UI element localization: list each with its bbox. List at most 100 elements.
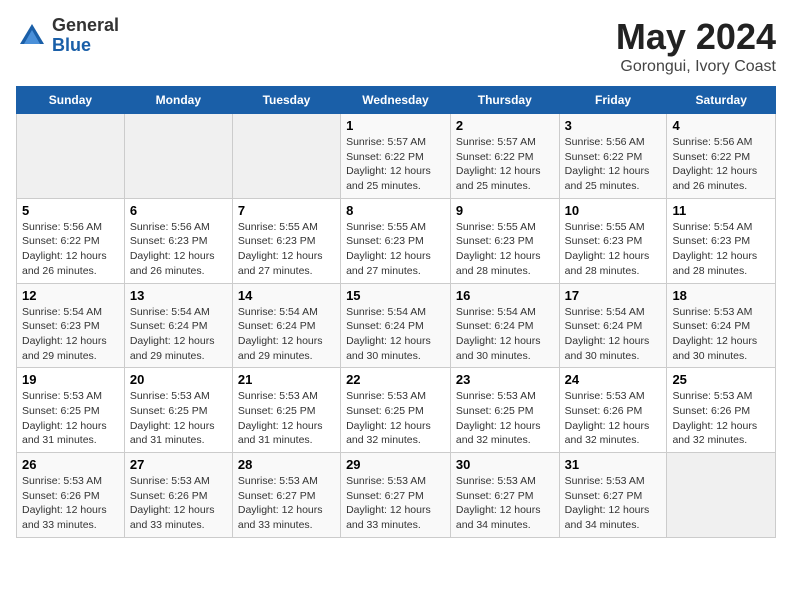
calendar-cell: 28 Sunrise: 5:53 AM Sunset: 6:27 PM Dayli…: [232, 453, 340, 538]
calendar-cell: 10 Sunrise: 5:55 AM Sunset: 6:23 PM Dayli…: [559, 198, 667, 283]
calendar-table: SundayMondayTuesdayWednesdayThursdayFrid…: [16, 86, 776, 538]
logo-icon: [16, 20, 48, 52]
calendar-cell: 31 Sunrise: 5:53 AM Sunset: 6:27 PM Dayli…: [559, 453, 667, 538]
calendar-cell: 7 Sunrise: 5:55 AM Sunset: 6:23 PM Daylig…: [232, 198, 340, 283]
day-info: Sunrise: 5:53 AM Sunset: 6:27 PM Dayligh…: [565, 474, 662, 533]
day-info: Sunrise: 5:53 AM Sunset: 6:26 PM Dayligh…: [130, 474, 227, 533]
day-number: 10: [565, 203, 662, 218]
day-info: Sunrise: 5:53 AM Sunset: 6:25 PM Dayligh…: [130, 389, 227, 448]
day-info: Sunrise: 5:54 AM Sunset: 6:24 PM Dayligh…: [565, 305, 662, 364]
calendar-cell: 2 Sunrise: 5:57 AM Sunset: 6:22 PM Daylig…: [450, 114, 559, 199]
day-number: 25: [672, 372, 770, 387]
week-row-2: 12 Sunrise: 5:54 AM Sunset: 6:23 PM Dayli…: [17, 283, 776, 368]
day-number: 3: [565, 118, 662, 133]
day-info: Sunrise: 5:54 AM Sunset: 6:23 PM Dayligh…: [22, 305, 119, 364]
header-cell-thursday: Thursday: [450, 87, 559, 114]
calendar-cell: 3 Sunrise: 5:56 AM Sunset: 6:22 PM Daylig…: [559, 114, 667, 199]
day-number: 17: [565, 288, 662, 303]
day-number: 22: [346, 372, 445, 387]
day-number: 4: [672, 118, 770, 133]
day-number: 31: [565, 457, 662, 472]
header-cell-friday: Friday: [559, 87, 667, 114]
calendar-cell: [667, 453, 776, 538]
day-info: Sunrise: 5:54 AM Sunset: 6:23 PM Dayligh…: [672, 220, 770, 279]
week-row-4: 26Sunrise: 5:53 AM Sunset: 6:26 PM Dayli…: [17, 453, 776, 538]
day-number: 1: [346, 118, 445, 133]
calendar-cell: 13Sunrise: 5:54 AM Sunset: 6:24 PM Dayli…: [124, 283, 232, 368]
header-cell-wednesday: Wednesday: [341, 87, 451, 114]
logo-blue: Blue: [52, 36, 119, 56]
day-info: Sunrise: 5:55 AM Sunset: 6:23 PM Dayligh…: [565, 220, 662, 279]
day-number: 9: [456, 203, 554, 218]
day-number: 29: [346, 457, 445, 472]
day-info: Sunrise: 5:53 AM Sunset: 6:25 PM Dayligh…: [238, 389, 335, 448]
logo: General Blue: [16, 16, 119, 56]
day-info: Sunrise: 5:53 AM Sunset: 6:24 PM Dayligh…: [672, 305, 770, 364]
day-number: 16: [456, 288, 554, 303]
day-number: 18: [672, 288, 770, 303]
week-row-1: 5Sunrise: 5:56 AM Sunset: 6:22 PM Daylig…: [17, 198, 776, 283]
day-number: 24: [565, 372, 662, 387]
logo-general: General: [52, 16, 119, 36]
calendar-cell: 24 Sunrise: 5:53 AM Sunset: 6:26 PM Dayli…: [559, 368, 667, 453]
calendar-cell: 11 Sunrise: 5:54 AM Sunset: 6:23 PM Dayli…: [667, 198, 776, 283]
day-info: Sunrise: 5:53 AM Sunset: 6:25 PM Dayligh…: [22, 389, 119, 448]
calendar-cell: 8 Sunrise: 5:55 AM Sunset: 6:23 PM Daylig…: [341, 198, 451, 283]
day-number: 12: [22, 288, 119, 303]
calendar-cell: 15Sunrise: 5:54 AM Sunset: 6:24 PM Dayli…: [341, 283, 451, 368]
page-header: General Blue May 2024 Gorongui, Ivory Co…: [16, 16, 776, 76]
calendar-cell: 29 Sunrise: 5:53 AM Sunset: 6:27 PM Dayli…: [341, 453, 451, 538]
day-info: Sunrise: 5:53 AM Sunset: 6:26 PM Dayligh…: [565, 389, 662, 448]
day-info: Sunrise: 5:53 AM Sunset: 6:26 PM Dayligh…: [672, 389, 770, 448]
calendar-cell: 26Sunrise: 5:53 AM Sunset: 6:26 PM Dayli…: [17, 453, 125, 538]
header-cell-monday: Monday: [124, 87, 232, 114]
day-number: 28: [238, 457, 335, 472]
day-info: Sunrise: 5:56 AM Sunset: 6:23 PM Dayligh…: [130, 220, 227, 279]
calendar-cell: 27 Sunrise: 5:53 AM Sunset: 6:26 PM Dayli…: [124, 453, 232, 538]
subtitle: Gorongui, Ivory Coast: [616, 58, 776, 76]
day-number: 11: [672, 203, 770, 218]
calendar-cell: 30Sunrise: 5:53 AM Sunset: 6:27 PM Dayli…: [450, 453, 559, 538]
calendar-header: SundayMondayTuesdayWednesdayThursdayFrid…: [17, 87, 776, 114]
day-info: Sunrise: 5:56 AM Sunset: 6:22 PM Dayligh…: [672, 135, 770, 194]
calendar-cell: [232, 114, 340, 199]
calendar-cell: 21Sunrise: 5:53 AM Sunset: 6:25 PM Dayli…: [232, 368, 340, 453]
calendar-cell: 23Sunrise: 5:53 AM Sunset: 6:25 PM Dayli…: [450, 368, 559, 453]
header-cell-tuesday: Tuesday: [232, 87, 340, 114]
day-info: Sunrise: 5:53 AM Sunset: 6:25 PM Dayligh…: [456, 389, 554, 448]
day-info: Sunrise: 5:54 AM Sunset: 6:24 PM Dayligh…: [346, 305, 445, 364]
calendar-cell: 18 Sunrise: 5:53 AM Sunset: 6:24 PM Dayli…: [667, 283, 776, 368]
calendar-cell: 25 Sunrise: 5:53 AM Sunset: 6:26 PM Dayli…: [667, 368, 776, 453]
calendar-cell: [124, 114, 232, 199]
day-info: Sunrise: 5:54 AM Sunset: 6:24 PM Dayligh…: [238, 305, 335, 364]
header-cell-saturday: Saturday: [667, 87, 776, 114]
week-row-3: 19 Sunrise: 5:53 AM Sunset: 6:25 PM Dayli…: [17, 368, 776, 453]
day-number: 13: [130, 288, 227, 303]
day-number: 8: [346, 203, 445, 218]
day-number: 5: [22, 203, 119, 218]
calendar-cell: 1Sunrise: 5:57 AM Sunset: 6:22 PM Daylig…: [341, 114, 451, 199]
calendar-body: 1 Sunrise: 5:57 AM Sunset: 6:22 PM Daylig…: [17, 114, 776, 538]
day-number: 19: [22, 372, 119, 387]
week-row-0: 1 Sunrise: 5:57 AM Sunset: 6:22 PM Daylig…: [17, 114, 776, 199]
calendar-cell: 4 Sunrise: 5:56 AM Sunset: 6:22 PM Daylig…: [667, 114, 776, 199]
day-info: Sunrise: 5:53 AM Sunset: 6:27 PM Dayligh…: [346, 474, 445, 533]
day-number: 30: [456, 457, 554, 472]
day-number: 2: [456, 118, 554, 133]
day-number: 6: [130, 203, 227, 218]
calendar-cell: 17 Sunrise: 5:54 AM Sunset: 6:24 PM Dayli…: [559, 283, 667, 368]
day-number: 7: [238, 203, 335, 218]
calendar-cell: 14Sunrise: 5:54 AM Sunset: 6:24 PM Dayli…: [232, 283, 340, 368]
day-info: Sunrise: 5:53 AM Sunset: 6:25 PM Dayligh…: [346, 389, 445, 448]
day-number: 27: [130, 457, 227, 472]
calendar-cell: 16Sunrise: 5:54 AM Sunset: 6:24 PM Dayli…: [450, 283, 559, 368]
day-info: Sunrise: 5:53 AM Sunset: 6:27 PM Dayligh…: [238, 474, 335, 533]
day-info: Sunrise: 5:56 AM Sunset: 6:22 PM Dayligh…: [565, 135, 662, 194]
day-info: Sunrise: 5:57 AM Sunset: 6:22 PM Dayligh…: [456, 135, 554, 194]
day-info: Sunrise: 5:55 AM Sunset: 6:23 PM Dayligh…: [346, 220, 445, 279]
calendar-cell: 20Sunrise: 5:53 AM Sunset: 6:25 PM Dayli…: [124, 368, 232, 453]
header-cell-sunday: Sunday: [17, 87, 125, 114]
calendar-cell: 9Sunrise: 5:55 AM Sunset: 6:23 PM Daylig…: [450, 198, 559, 283]
day-info: Sunrise: 5:55 AM Sunset: 6:23 PM Dayligh…: [238, 220, 335, 279]
calendar-cell: 5Sunrise: 5:56 AM Sunset: 6:22 PM Daylig…: [17, 198, 125, 283]
